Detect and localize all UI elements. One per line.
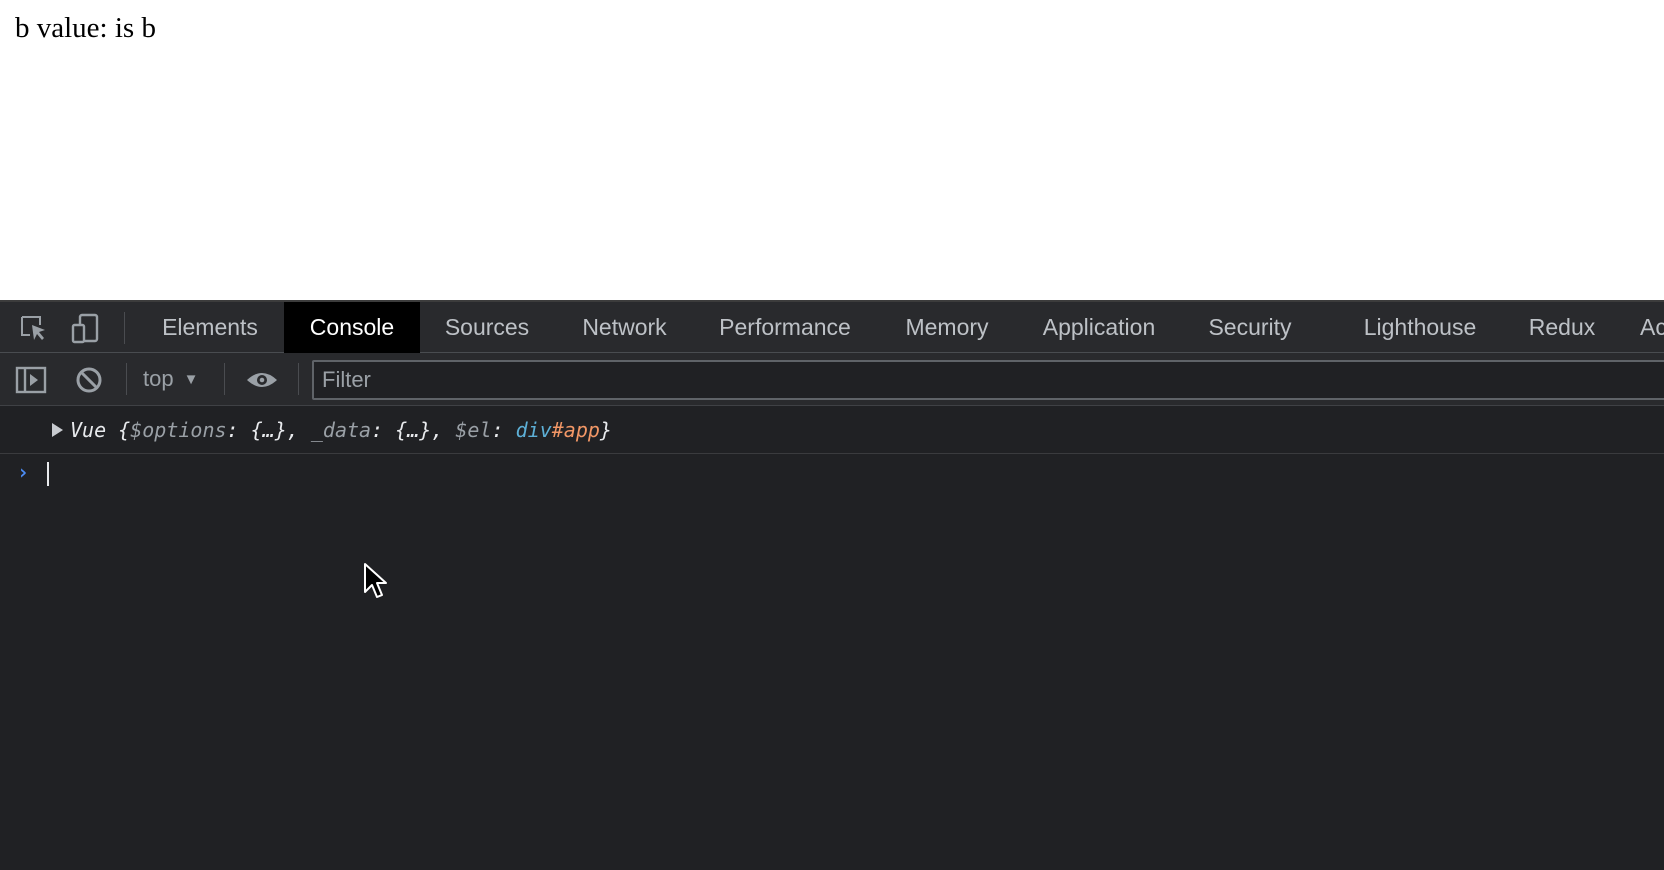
device-toolbar-icon[interactable]: [69, 311, 103, 345]
tab-application[interactable]: Application: [1032, 302, 1166, 353]
log-brace: {: [118, 418, 131, 442]
toolbar-divider: [298, 363, 299, 395]
log-key: $options: [130, 418, 227, 442]
prompt-chevron-icon: ›: [17, 460, 30, 484]
log-comma: ,: [431, 418, 456, 442]
expand-arrow-icon[interactable]: [52, 423, 63, 437]
log-element-id[interactable]: #app: [552, 418, 600, 442]
console-log-row[interactable]: Vue {$options: {…}, _data: {…}, $el: div…: [0, 406, 1664, 454]
devtools-panel: Elements Console Sources Network Perform…: [0, 300, 1664, 870]
tabbar-divider: [124, 312, 125, 344]
tab-redux[interactable]: Redux: [1521, 302, 1603, 353]
tab-sources[interactable]: Sources: [428, 302, 546, 353]
console-prompt[interactable]: ›: [0, 454, 1664, 492]
clear-console-icon[interactable]: [72, 363, 106, 397]
tab-security[interactable]: Security: [1198, 302, 1302, 353]
log-comma: ,: [286, 418, 311, 442]
log-class-name: Vue: [70, 418, 119, 442]
context-label: top: [143, 366, 174, 391]
console-toolbar: top ▼: [0, 353, 1664, 406]
toolbar-divider: [224, 363, 225, 395]
tab-memory[interactable]: Memory: [893, 302, 1001, 353]
text-caret: [47, 462, 49, 486]
tab-console[interactable]: Console: [284, 302, 420, 353]
toolbar-divider: [126, 363, 127, 395]
filter-input[interactable]: [312, 360, 1664, 400]
live-expression-eye-icon[interactable]: [245, 363, 279, 397]
log-key: _data: [310, 418, 372, 442]
tab-elements[interactable]: Elements: [140, 302, 280, 353]
log-brace: }: [599, 418, 612, 442]
page-content-text: b value: is b: [15, 12, 156, 44]
sidebar-toggle-icon[interactable]: [14, 363, 48, 397]
log-separator: :: [371, 418, 396, 442]
log-key: $el: [455, 418, 492, 442]
devtools-tabbar: Elements Console Sources Network Perform…: [0, 302, 1664, 353]
log-element-tag[interactable]: div: [516, 418, 552, 442]
tab-overflow[interactable]: Ac: [1640, 302, 1664, 353]
tab-lighthouse[interactable]: Lighthouse: [1352, 302, 1488, 353]
log-value: {…}: [395, 418, 432, 442]
log-separator: :: [226, 418, 251, 442]
mouse-cursor-icon: [363, 562, 389, 605]
dropdown-caret-icon: ▼: [183, 370, 199, 388]
context-selector[interactable]: top ▼: [143, 364, 198, 394]
inspect-element-icon[interactable]: [16, 311, 50, 345]
log-separator: :: [491, 418, 516, 442]
log-value: {…}: [250, 418, 287, 442]
tab-network[interactable]: Network: [562, 302, 687, 353]
tab-performance[interactable]: Performance: [706, 302, 864, 353]
log-message: Vue {$options: {…}, _data: {…}, $el: div…: [70, 418, 612, 442]
